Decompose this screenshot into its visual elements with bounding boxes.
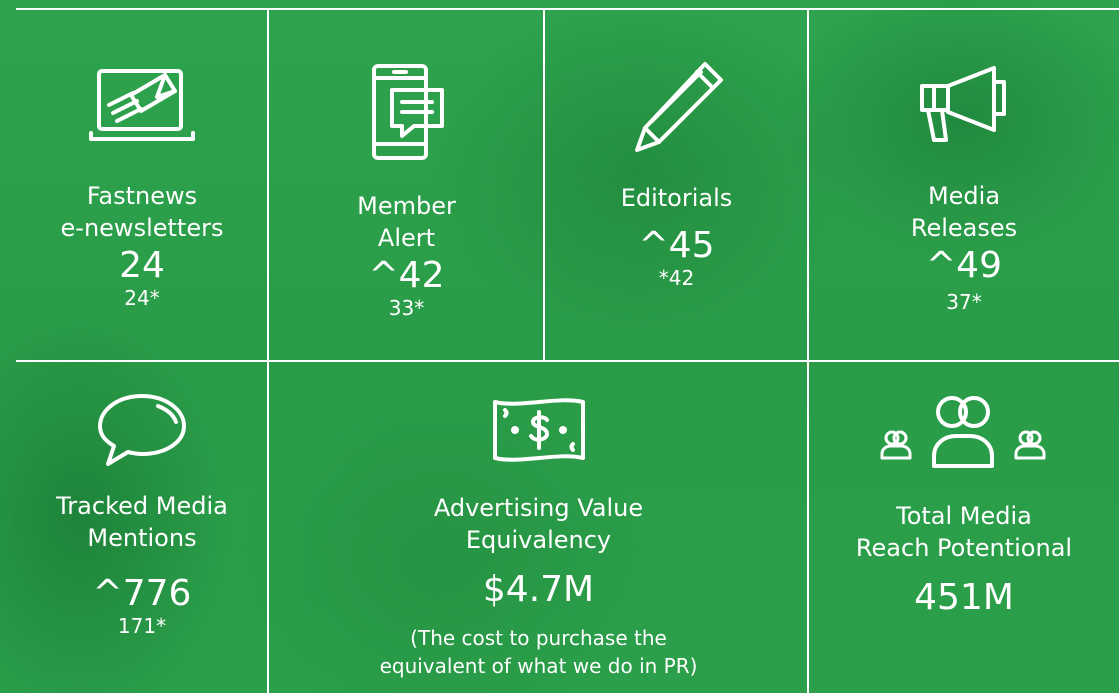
tile-advertising-value: Advertising Value Equivalency $4.7M (The…	[269, 394, 808, 680]
tile-value: $4.7M	[482, 569, 595, 610]
phone-message-icon	[371, 64, 444, 160]
dollar-bill-icon	[492, 398, 585, 462]
tile-label-line1: Total Media	[896, 502, 1032, 530]
audience-icon	[880, 396, 1046, 468]
pencil-icon	[634, 62, 723, 152]
tile-label-line2: Reach Potentional	[855, 534, 1073, 562]
tile-label-line2: Releases	[910, 214, 1018, 242]
tile-label-line2: Alert	[377, 224, 436, 252]
tile-value: 451M	[914, 577, 1014, 618]
tile-subvalue: 33*	[388, 296, 425, 320]
tile-label-line1: Advertising Value	[433, 494, 644, 522]
tile-subvalue: *42	[658, 266, 695, 290]
tile-value: ^45	[638, 225, 715, 266]
tile-tracked-media-mentions: Tracked Media Mentions ^776 171*	[16, 390, 268, 638]
grid-line-top	[16, 8, 1119, 10]
tile-label-line1: Tracked Media	[56, 492, 228, 520]
tile-value: ^49	[926, 245, 1002, 286]
tile-editorials: Editorials ^45 *42	[545, 58, 808, 290]
tile-total-media-reach: Total Media Reach Potentional 451M	[809, 388, 1119, 618]
tile-note-line1: (The cost to purchase the	[410, 626, 667, 650]
envelope-laptop-icon	[89, 69, 195, 141]
tile-label-line1: Media	[927, 182, 1001, 210]
tile-value: ^776	[92, 573, 192, 614]
tile-label-line2: Mentions	[87, 524, 197, 552]
tile-member-alert: Member Alert ^42 33*	[269, 62, 544, 320]
tile-subvalue: 37*	[946, 290, 982, 314]
tile-label-line2: e-newsletters	[60, 214, 224, 242]
tile-value: ^42	[368, 255, 445, 296]
tile-note-line2: equivalent of what we do in PR)	[379, 654, 698, 678]
tile-label-line1: Editorials	[620, 184, 733, 212]
tile-media-releases: Media Releases ^49 37*	[809, 62, 1119, 314]
tile-label-line1: Fastnews	[86, 182, 198, 210]
tile-fastnews: Fastnews e-newsletters 24 24*	[16, 55, 268, 310]
tile-label-line2: Equivalency	[465, 526, 612, 554]
tile-value: 24	[119, 245, 165, 286]
tile-label-line1: Member	[357, 192, 456, 220]
tile-subvalue: 24*	[124, 286, 160, 310]
grid-line-middle	[16, 360, 1119, 362]
tile-subvalue: 171*	[117, 614, 167, 638]
speech-bubble-icon	[98, 394, 186, 466]
megaphone-icon	[920, 66, 1006, 142]
